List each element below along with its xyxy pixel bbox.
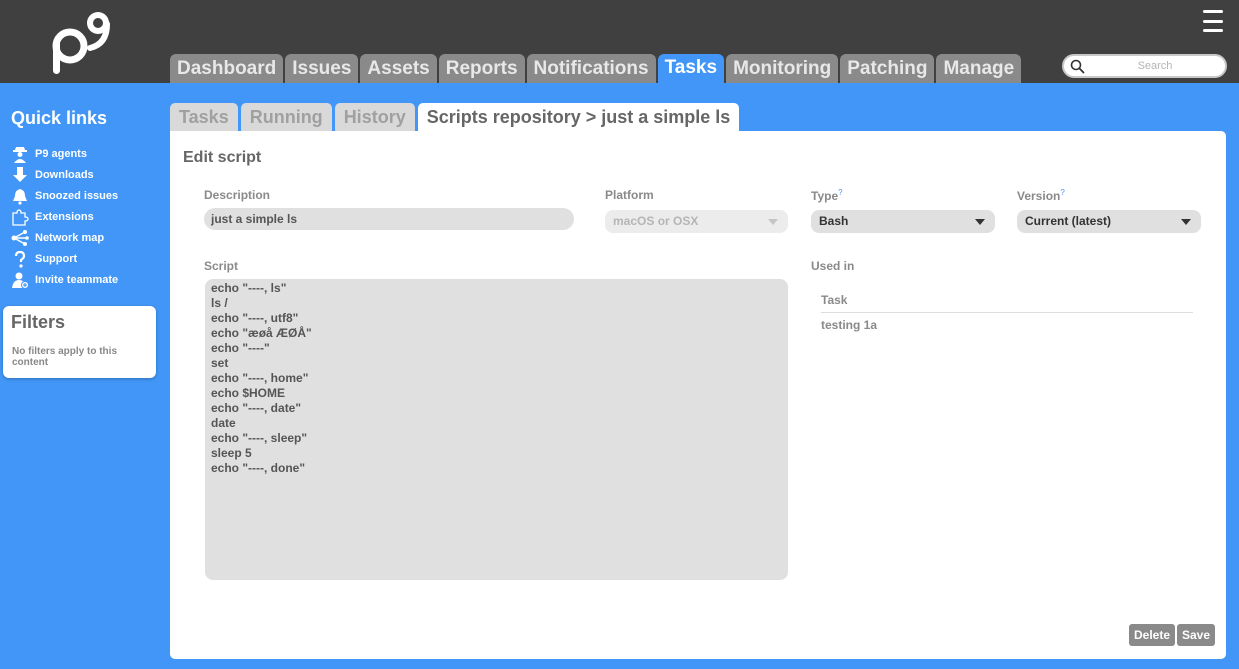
quick-link-label: Invite teammate	[35, 273, 119, 286]
type-value: Bash	[819, 214, 849, 228]
top-bar: Dashboard Issues Assets Reports Notifica…	[0, 0, 1239, 83]
platform-value: macOS or OSX	[613, 214, 699, 228]
edit-script-panel: Edit script Description Platform macOS o…	[170, 131, 1226, 659]
quick-link-label: Downloads	[35, 168, 94, 181]
tab-issues[interactable]: Issues	[285, 54, 359, 83]
quick-link-label: Snoozed issues	[35, 189, 119, 202]
puzzle-icon	[10, 207, 30, 227]
quick-link-label: Support	[35, 252, 78, 265]
filters-panel: Filters No filters apply to this content	[3, 306, 156, 378]
version-label: Version?	[1017, 188, 1065, 203]
page-title: Edit script	[183, 149, 262, 166]
quick-link-invite-teammate[interactable]: Invite teammate	[10, 269, 118, 290]
quick-links-title: Quick links	[11, 108, 108, 128]
quick-link-downloads[interactable]: Downloads	[10, 164, 118, 185]
used-in-row[interactable]: testing 1a	[821, 318, 877, 332]
quick-link-label: Extensions	[35, 210, 94, 223]
quick-link-support[interactable]: Support	[10, 248, 118, 269]
quick-links-list: P9 agents Downloads Snoozed issues Exten…	[10, 143, 118, 290]
quick-link-label: Network map	[35, 231, 105, 244]
tab-monitoring[interactable]: Monitoring	[726, 54, 839, 83]
tab-notifications[interactable]: Notifications	[526, 54, 656, 83]
subtab-running[interactable]: Running	[240, 103, 332, 131]
bell-icon	[10, 186, 30, 206]
quick-link-network-map[interactable]: Network map	[10, 227, 118, 248]
subtab-tasks[interactable]: Tasks	[170, 103, 238, 131]
search-input[interactable]	[1090, 57, 1220, 75]
user-add-icon	[10, 270, 30, 290]
tab-manage[interactable]: Manage	[936, 54, 1022, 83]
used-in-label: Used in	[811, 259, 855, 273]
description-field[interactable]	[204, 208, 574, 230]
help-icon[interactable]: ?	[838, 188, 842, 197]
main-nav-tabs: Dashboard Issues Assets Reports Notifica…	[170, 54, 1022, 83]
search-box	[1062, 54, 1227, 78]
save-button[interactable]: Save	[1177, 624, 1216, 646]
tab-dashboard[interactable]: Dashboard	[170, 54, 284, 83]
quick-link-snoozed-issues[interactable]: Snoozed issues	[10, 185, 118, 206]
chevron-down-icon	[768, 219, 778, 225]
subtab-scripts-repository[interactable]: Scripts repository > just a simple ls	[417, 103, 740, 131]
agent-icon	[10, 144, 30, 164]
version-select[interactable]: Current (latest)	[1017, 210, 1201, 233]
download-icon	[10, 165, 30, 185]
version-value: Current (latest)	[1025, 214, 1112, 228]
used-in-column-header: Task	[821, 293, 1193, 313]
type-label: Type?	[811, 188, 843, 203]
tab-tasks[interactable]: Tasks	[657, 54, 725, 83]
filters-empty-text: No filters apply to this content	[12, 346, 118, 368]
search-icon[interactable]	[1070, 59, 1085, 74]
tab-assets[interactable]: Assets	[360, 54, 437, 83]
tab-patching[interactable]: Patching	[840, 54, 935, 83]
hamburger-icon[interactable]	[1203, 10, 1223, 32]
platform-select: macOS or OSX	[605, 210, 788, 233]
network-icon	[10, 228, 30, 248]
subtab-history[interactable]: History	[334, 103, 415, 131]
task-column-label: Task	[821, 293, 848, 307]
help-icon[interactable]: ?	[1060, 188, 1064, 197]
chevron-down-icon	[1181, 219, 1191, 225]
type-select[interactable]: Bash	[811, 210, 995, 233]
description-label: Description	[204, 188, 271, 202]
tab-reports[interactable]: Reports	[438, 54, 525, 83]
delete-button[interactable]: Delete	[1129, 624, 1176, 646]
p9-logo[interactable]	[50, 6, 118, 76]
quick-link-extensions[interactable]: Extensions	[10, 206, 118, 227]
filters-title: Filters	[11, 312, 66, 332]
script-label: Script	[204, 259, 239, 273]
platform-label: Platform	[605, 188, 654, 202]
chevron-down-icon	[975, 219, 985, 225]
quick-link-label: P9 agents	[35, 147, 87, 160]
question-icon	[10, 249, 30, 269]
script-editor[interactable]	[205, 279, 788, 580]
quick-link-p9-agents[interactable]: P9 agents	[10, 143, 118, 164]
sub-nav-tabs: Tasks Running History Scripts repository…	[170, 103, 740, 131]
